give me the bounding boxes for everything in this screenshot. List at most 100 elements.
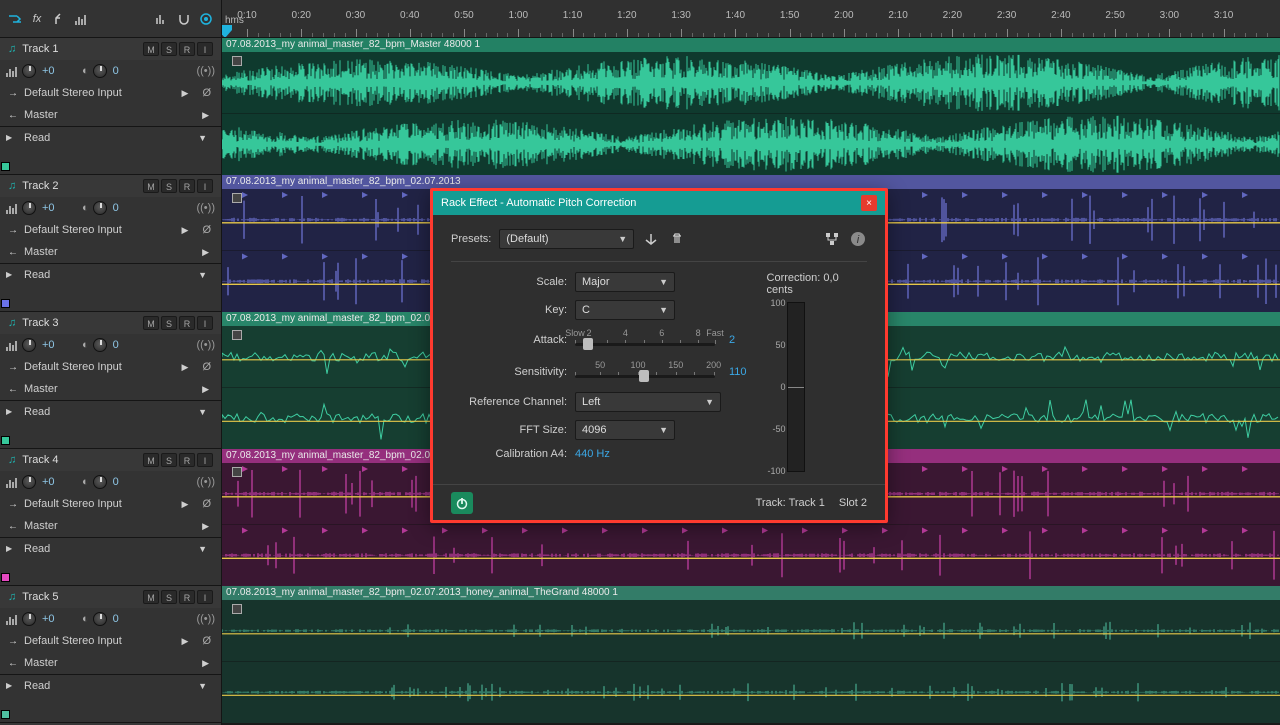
pan-knob[interactable] bbox=[93, 612, 107, 626]
track-output-row[interactable]: ← Master ▶ bbox=[0, 241, 221, 263]
presets-select[interactable]: (Default) ▼ bbox=[499, 229, 634, 249]
branch-icon[interactable] bbox=[50, 10, 68, 28]
track-collapse-row[interactable]: ▶ Read ▼ bbox=[0, 263, 221, 285]
attack-slider[interactable]: Slow 2 4 6 8 Fast bbox=[575, 328, 715, 352]
monitor-icon[interactable]: Ø bbox=[198, 498, 215, 510]
volume-knob[interactable] bbox=[22, 612, 36, 626]
chevron-right-icon[interactable]: ▶ bbox=[196, 658, 215, 669]
track-output-row[interactable]: ← Master ▶ bbox=[0, 104, 221, 126]
chevron-right-icon[interactable]: ▶ bbox=[6, 407, 12, 416]
track-name[interactable]: Track 4 bbox=[22, 454, 137, 466]
preset-delete-icon[interactable] bbox=[668, 230, 686, 248]
clip-select-handle[interactable] bbox=[232, 193, 242, 203]
chevron-down-icon[interactable]: ▼ bbox=[192, 681, 213, 691]
track-color-swatch[interactable] bbox=[1, 436, 10, 445]
pan-value[interactable]: 0 bbox=[111, 339, 135, 351]
chevron-down-icon[interactable]: ▼ bbox=[192, 544, 213, 554]
chevron-right-icon[interactable]: ▶ bbox=[196, 110, 215, 121]
clip-select-handle[interactable] bbox=[232, 56, 242, 66]
track-phase-icon[interactable]: ((•)) bbox=[196, 613, 215, 625]
track-color-swatch[interactable] bbox=[1, 573, 10, 582]
track-input-row[interactable]: → Default Stereo Input ▶ Ø bbox=[0, 219, 221, 241]
chevron-right-icon[interactable]: ▶ bbox=[196, 521, 215, 532]
track-r-button[interactable]: R bbox=[179, 590, 195, 604]
track-header[interactable]: ♫ Track 4 MSRI bbox=[0, 449, 221, 471]
monitor-icon[interactable]: Ø bbox=[198, 635, 215, 647]
track-input-row[interactable]: → Default Stereo Input ▶ Ø bbox=[0, 82, 221, 104]
automation-mode[interactable]: Read bbox=[24, 132, 192, 144]
track-collapse-row[interactable]: ▶ Read ▼ bbox=[0, 400, 221, 422]
volume-value[interactable]: +0 bbox=[40, 476, 64, 488]
volume-value[interactable]: +0 bbox=[40, 339, 64, 351]
close-icon[interactable]: × bbox=[861, 195, 877, 211]
track-header[interactable]: ♫ Track 1 MSRI bbox=[0, 38, 221, 60]
volume-knob[interactable] bbox=[22, 475, 36, 489]
pan-value[interactable]: 0 bbox=[111, 476, 135, 488]
pan-knob[interactable] bbox=[93, 64, 107, 78]
track-i-button[interactable]: I bbox=[197, 453, 213, 467]
track-m-button[interactable]: M bbox=[143, 453, 159, 467]
track-m-button[interactable]: M bbox=[143, 179, 159, 193]
clip-select-handle[interactable] bbox=[232, 330, 242, 340]
track-r-button[interactable]: R bbox=[179, 179, 195, 193]
track-name[interactable]: Track 5 bbox=[22, 591, 137, 603]
chevron-right-icon[interactable]: ▶ bbox=[196, 384, 215, 395]
volume-value[interactable]: +0 bbox=[40, 202, 64, 214]
sensitivity-value[interactable]: 110 bbox=[729, 366, 747, 378]
track-i-button[interactable]: I bbox=[197, 590, 213, 604]
clip-name[interactable]: 07.08.2013_my animal_master_82_bpm_02.07… bbox=[222, 586, 1280, 600]
track-i-button[interactable]: I bbox=[197, 179, 213, 193]
volume-knob[interactable] bbox=[22, 201, 36, 215]
track-input-row[interactable]: → Default Stereo Input ▶ Ø bbox=[0, 630, 221, 652]
chevron-right-icon[interactable]: ▶ bbox=[6, 681, 12, 690]
attack-slider-thumb[interactable] bbox=[583, 338, 593, 350]
automation-mode[interactable]: Read bbox=[24, 680, 192, 692]
chevron-right-icon[interactable]: ▶ bbox=[6, 544, 12, 553]
track-r-button[interactable]: R bbox=[179, 42, 195, 56]
track-phase-icon[interactable]: ((•)) bbox=[196, 476, 215, 488]
channel-map-icon[interactable] bbox=[823, 230, 841, 248]
volume-value[interactable]: +0 bbox=[40, 613, 64, 625]
sensitivity-slider[interactable]: 50 100 150 200 bbox=[575, 360, 715, 384]
monitor-icon[interactable]: Ø bbox=[198, 361, 215, 373]
preset-save-icon[interactable] bbox=[642, 230, 660, 248]
monitor-icon[interactable]: Ø bbox=[198, 224, 215, 236]
chevron-down-icon[interactable]: ▼ bbox=[192, 407, 213, 417]
pan-knob[interactable] bbox=[93, 475, 107, 489]
track-output-row[interactable]: ← Master ▶ bbox=[0, 515, 221, 537]
chevron-right-icon[interactable]: ▶ bbox=[176, 636, 195, 647]
volume-knob[interactable] bbox=[22, 64, 36, 78]
pan-value[interactable]: 0 bbox=[111, 202, 135, 214]
track-color-swatch[interactable] bbox=[1, 710, 10, 719]
track-m-button[interactable]: M bbox=[143, 316, 159, 330]
audio-clip[interactable] bbox=[222, 600, 1280, 723]
scale-select[interactable]: Major▼ bbox=[575, 272, 675, 292]
track-m-button[interactable]: M bbox=[143, 42, 159, 56]
track-s-button[interactable]: S bbox=[161, 179, 177, 193]
chevron-right-icon[interactable]: ▶ bbox=[176, 499, 195, 510]
track-name[interactable]: Track 2 bbox=[22, 180, 137, 192]
track-header[interactable]: ♫ Track 5 MSRI bbox=[0, 586, 221, 608]
time-ruler[interactable]: hms 0:100:200:300:400:501:001:101:201:30… bbox=[222, 0, 1280, 38]
pan-knob[interactable] bbox=[93, 201, 107, 215]
ref-channel-select[interactable]: Left▼ bbox=[575, 392, 721, 412]
track-input-row[interactable]: → Default Stereo Input ▶ Ø bbox=[0, 356, 221, 378]
chevron-right-icon[interactable]: ▶ bbox=[196, 247, 215, 258]
track-output-row[interactable]: ← Master ▶ bbox=[0, 652, 221, 674]
chevron-down-icon[interactable]: ▼ bbox=[192, 270, 213, 280]
monitor-icon[interactable]: Ø bbox=[198, 87, 215, 99]
track-output-row[interactable]: ← Master ▶ bbox=[0, 378, 221, 400]
track-name[interactable]: Track 3 bbox=[22, 317, 137, 329]
automation-mode[interactable]: Read bbox=[24, 269, 192, 281]
clip-select-handle[interactable] bbox=[232, 604, 242, 614]
chevron-right-icon[interactable]: ▶ bbox=[176, 88, 195, 99]
pan-value[interactable]: 0 bbox=[111, 65, 135, 77]
pan-value[interactable]: 0 bbox=[111, 613, 135, 625]
key-select[interactable]: C▼ bbox=[575, 300, 675, 320]
track-collapse-row[interactable]: ▶ Read ▼ bbox=[0, 126, 221, 148]
track-phase-icon[interactable]: ((•)) bbox=[196, 339, 215, 351]
track-r-button[interactable]: R bbox=[179, 316, 195, 330]
track-s-button[interactable]: S bbox=[161, 590, 177, 604]
track-lane[interactable]: 07.08.2013_my animal_master_82_bpm_02.07… bbox=[222, 586, 1280, 723]
track-color-swatch[interactable] bbox=[1, 299, 10, 308]
